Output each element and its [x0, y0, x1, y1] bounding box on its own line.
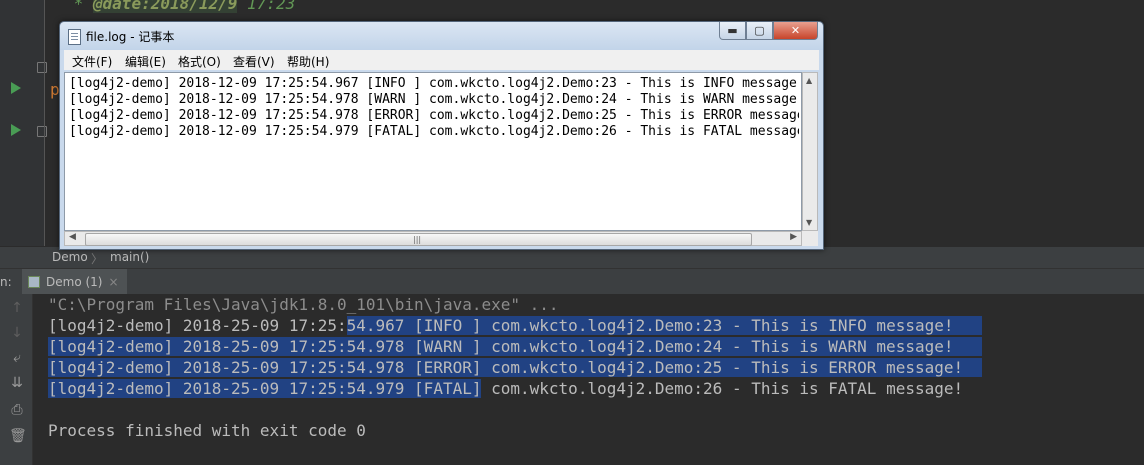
run-config-icon	[28, 276, 40, 288]
menu-help[interactable]: 帮助(H)	[287, 53, 329, 70]
run-panel-label: n:	[0, 275, 12, 289]
run-gutter-icon[interactable]	[11, 82, 21, 94]
fold-icon[interactable]	[37, 126, 47, 137]
scroll-down-icon[interactable]: ▼	[806, 218, 812, 227]
code-comment: * @date:2018/12/9 17:23	[64, 0, 295, 13]
menu-edit[interactable]: 编辑(E)	[125, 53, 166, 70]
fold-icon[interactable]	[37, 62, 47, 73]
scroll-right-icon[interactable]: ▶	[790, 232, 797, 242]
run-tab-label: Demo (1)	[46, 275, 103, 289]
editor-gutter	[0, 0, 47, 246]
console-command-line: "C:\Program Files\Java\jdk1.8.0_101\bin\…	[48, 295, 559, 314]
notepad-line: [log4j2-demo] 2018-12-09 17:25:54.978 [E…	[69, 108, 799, 123]
console-line: [log4j2-demo] 2018-25-09 17:25:54.967 [I…	[48, 315, 983, 336]
notepad-menubar: 文件(F) 编辑(E) 格式(O) 查看(V) 帮助(H)	[64, 50, 819, 70]
console-toolbar: ↑ ↓ ⤶ ⇊ ⎙ 🗑	[0, 294, 33, 465]
minimize-button[interactable]: ▬	[719, 22, 746, 40]
vertical-scrollbar[interactable]: ▲ ▼	[802, 72, 818, 231]
console-exit-message: Process finished with exit code 0	[48, 421, 366, 440]
notepad-titlebar[interactable]: file.log - 记事本 ▬ ▢ ✕	[60, 22, 823, 50]
breadcrumb-item[interactable]: main()	[110, 250, 149, 264]
scroll-to-end-icon[interactable]: ⇊	[9, 375, 25, 391]
notepad-text-area[interactable]: [log4j2-demo] 2018-12-09 17:25:54.967 [I…	[64, 72, 802, 231]
grip-icon: |||	[413, 235, 422, 244]
window-controls: ▬ ▢ ✕	[719, 22, 818, 42]
console-line: [log4j2-demo] 2018-25-09 17:25:54.979 [F…	[48, 379, 964, 398]
notepad-icon	[68, 29, 81, 45]
notepad-line: [log4j2-demo] 2018-12-09 17:25:54.967 [I…	[69, 76, 799, 91]
scroll-left-icon[interactable]: ◀	[69, 232, 76, 242]
notepad-line: [log4j2-demo] 2018-12-09 17:25:54.979 [F…	[69, 124, 799, 139]
arrow-down-icon[interactable]: ↓	[9, 325, 25, 341]
scroll-up-icon[interactable]: ▲	[806, 76, 812, 85]
gutter-divider	[44, 0, 45, 246]
horizontal-scrollbar[interactable]: ◀ ||| ▶	[64, 231, 802, 246]
console-line: [log4j2-demo] 2018-25-09 17:25:54.978 [E…	[48, 357, 983, 378]
maximize-button[interactable]: ▢	[746, 22, 773, 40]
soft-wrap-icon[interactable]: ⤶	[9, 350, 25, 366]
breadcrumb-separator: 〉	[91, 252, 104, 266]
scrollbar-thumb[interactable]: |||	[85, 233, 752, 246]
notepad-title: file.log - 记事本	[86, 30, 175, 44]
close-icon[interactable]: ×	[108, 275, 118, 289]
notepad-window[interactable]: file.log - 记事本 ▬ ▢ ✕ 文件(F) 编辑(E) 格式(O) 查…	[59, 21, 824, 250]
close-button[interactable]: ✕	[773, 22, 818, 40]
run-panel-header: n: Demo (1) ×	[0, 268, 1144, 296]
menu-view[interactable]: 查看(V)	[233, 53, 275, 70]
menu-file[interactable]: 文件(F)	[72, 53, 112, 70]
javadoc-tag: @date:2018/12/9	[92, 0, 238, 13]
print-icon[interactable]: ⎙	[9, 402, 25, 418]
breadcrumb-item[interactable]: Demo	[52, 250, 88, 264]
console-line: [log4j2-demo] 2018-25-09 17:25:54.978 [W…	[48, 336, 983, 357]
scrollbar-corner	[802, 231, 818, 246]
console-output[interactable]: "C:\Program Files\Java\jdk1.8.0_101\bin\…	[33, 294, 1144, 465]
run-gutter-icon[interactable]	[11, 124, 21, 136]
notepad-line: [log4j2-demo] 2018-12-09 17:25:54.978 [W…	[69, 92, 799, 107]
run-tab-demo[interactable]: Demo (1) ×	[22, 269, 127, 295]
trash-icon[interactable]: 🗑	[9, 428, 27, 444]
menu-format[interactable]: 格式(O)	[178, 53, 221, 70]
arrow-up-icon[interactable]: ↑	[9, 300, 25, 316]
